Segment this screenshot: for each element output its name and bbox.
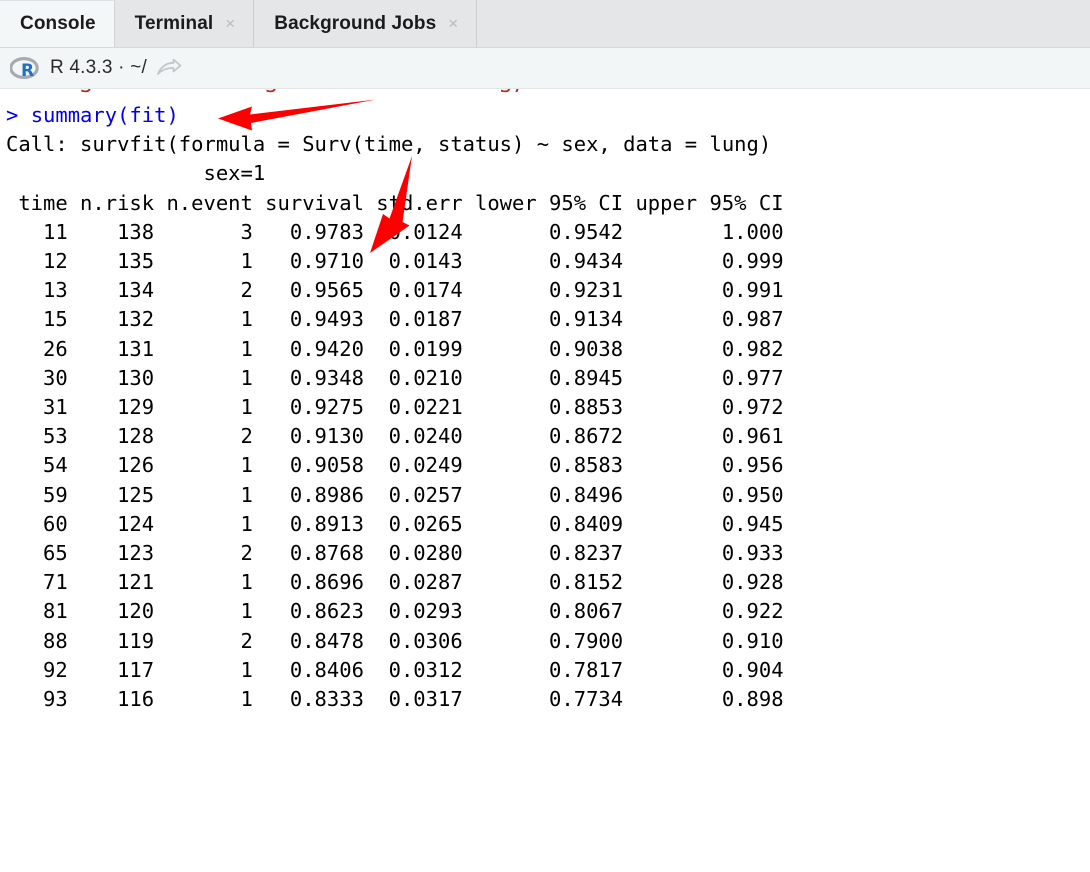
console-command-line: > summary(fit) xyxy=(6,101,1090,130)
tab-console[interactable]: Console xyxy=(0,0,115,47)
tab-background-jobs-label: Background Jobs xyxy=(274,12,437,34)
console-output-area[interactable]: 3 3 37 > summary(fit) Call: survfit(form… xyxy=(0,89,1090,871)
console-command-text: summary(fit) xyxy=(30,103,179,127)
clipped-previous-output-line: 3 3 37 xyxy=(6,89,1090,101)
clipped-output-text: 3 3 37 xyxy=(6,89,1090,100)
pane-tab-strip: Console Terminal × Background Jobs × xyxy=(0,0,1090,48)
r-version-and-path: R 4.3.3 · ~/ xyxy=(50,57,147,78)
summary-table-body: 11 138 3 0.9783 0.0124 0.9542 1.000 12 1… xyxy=(43,219,784,712)
tab-terminal[interactable]: Terminal × xyxy=(114,0,255,47)
console-toolbar: R R 4.3.3 · ~/ xyxy=(0,48,1090,89)
tab-background-jobs[interactable]: Background Jobs × xyxy=(254,0,478,47)
console-prompt: > xyxy=(6,103,19,127)
popout-arrow-icon[interactable] xyxy=(156,58,182,78)
tab-strip-filler xyxy=(477,0,1090,47)
close-icon[interactable]: × xyxy=(225,15,235,32)
strata-label-sex-1: sex=1 xyxy=(6,161,266,186)
close-icon[interactable]: × xyxy=(448,15,458,32)
r-logo-icon: R xyxy=(10,56,40,80)
svg-text:R: R xyxy=(21,61,34,80)
summary-table-header: time n.risk n.event survival std.err low… xyxy=(6,190,784,215)
rstudio-console-pane: Console Terminal × Background Jobs × R R… xyxy=(0,0,1090,872)
tab-console-label: Console xyxy=(20,13,96,34)
survfit-call-line: Call: survfit(formula = Surv(time, statu… xyxy=(6,132,772,157)
tab-terminal-label: Terminal xyxy=(134,12,214,34)
